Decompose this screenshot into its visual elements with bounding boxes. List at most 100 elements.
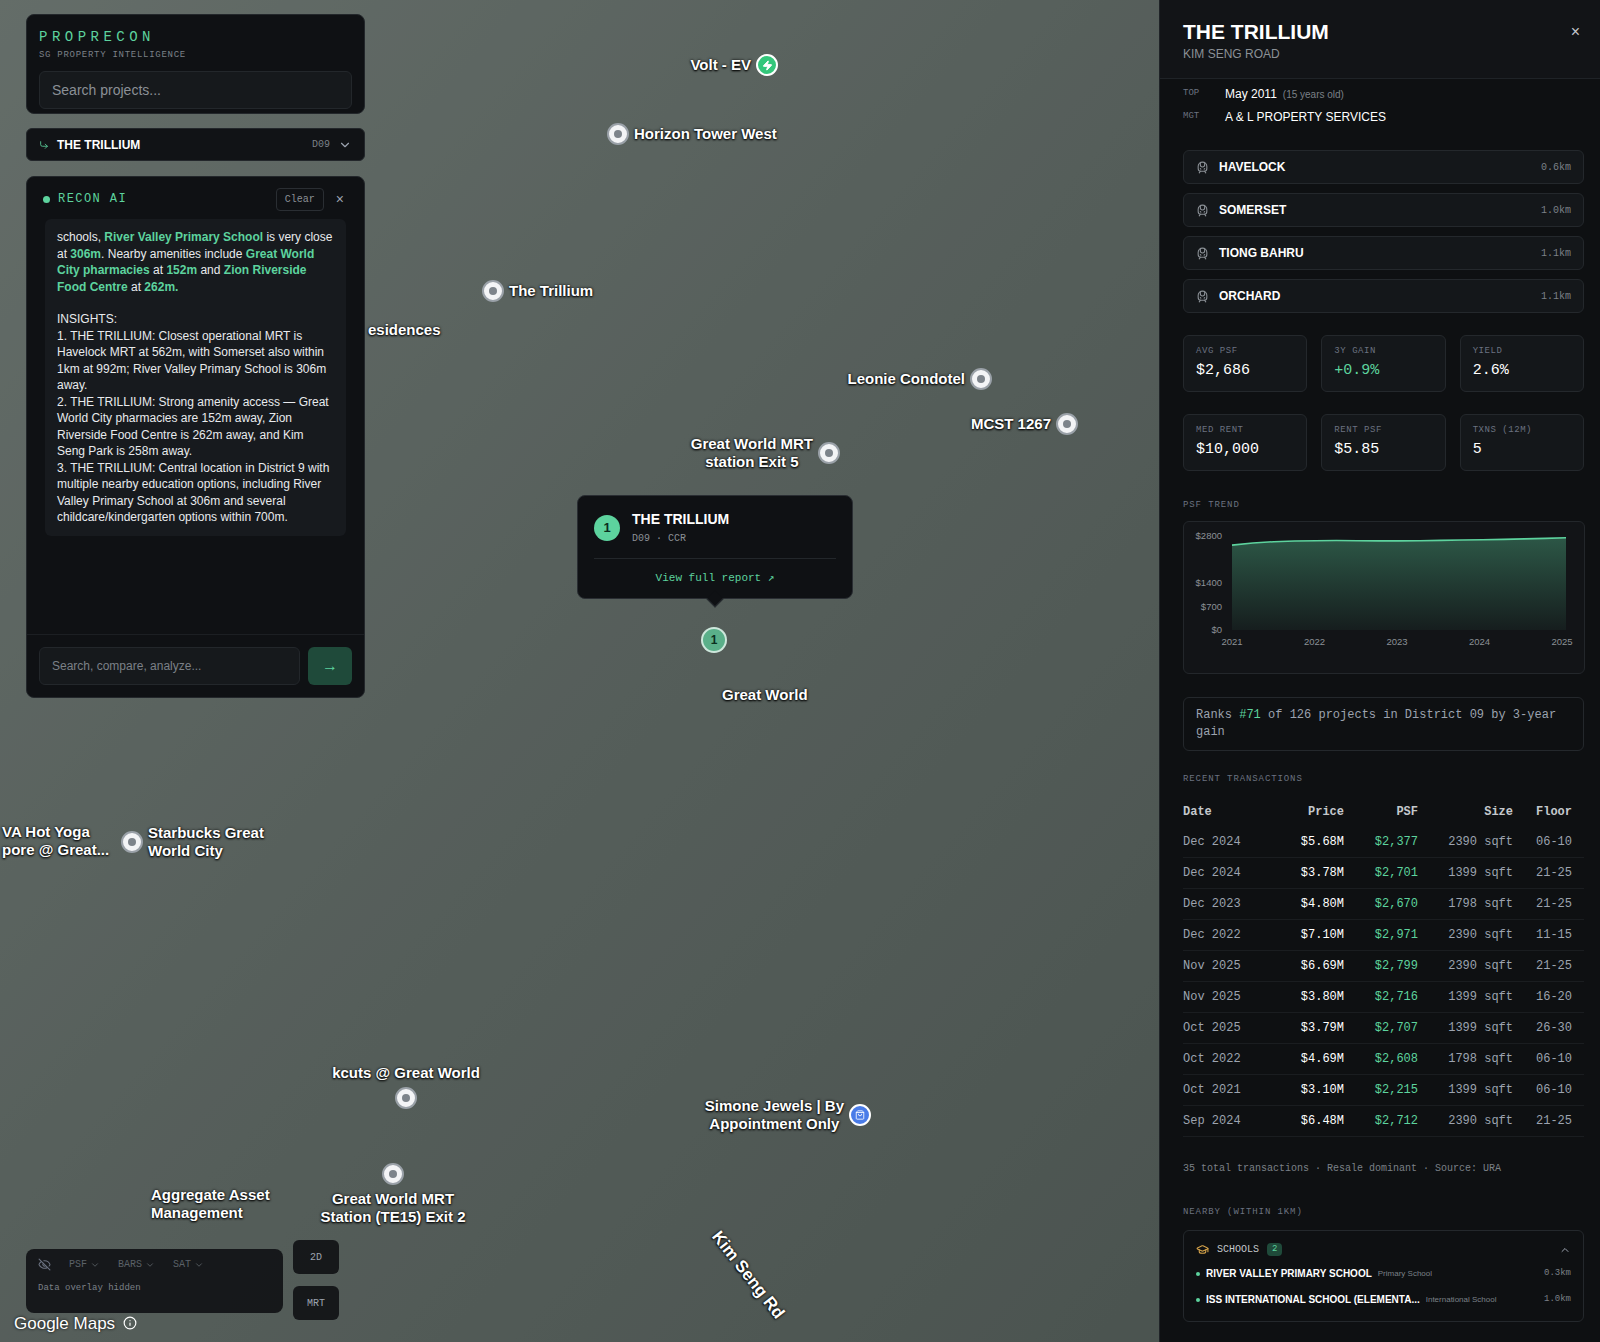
column-header[interactable]: Date <box>1183 803 1268 821</box>
place-pin-icon[interactable] <box>482 280 504 302</box>
mrt-distance: 1.1km <box>1541 289 1571 304</box>
shop-pin-icon[interactable] <box>849 1104 871 1126</box>
mrt-name: TIONG BAHRU <box>1219 244 1531 262</box>
map[interactable]: Volt - EVHorizon Tower WestThe Trilliume… <box>0 0 1159 1342</box>
mrt-row[interactable]: SOMERSET1.0km <box>1183 193 1584 227</box>
info-icon[interactable] <box>123 1316 137 1330</box>
item-dot <box>1196 1298 1200 1302</box>
message-segment: 306m <box>70 247 101 261</box>
stat-card: RENT PSF$5.85 <box>1321 414 1445 471</box>
place-pin-icon[interactable] <box>818 442 840 464</box>
mrt-row[interactable]: ORCHARD 1.1km <box>1183 279 1584 313</box>
overlay-toggle[interactable]: PSF <box>69 1257 100 1272</box>
pin-dot <box>614 130 622 138</box>
place-pin-icon[interactable] <box>970 368 992 390</box>
transaction-cell: Oct 2021 <box>1183 1081 1268 1099</box>
transaction-cell: $2,670 <box>1344 895 1418 913</box>
train-icon <box>1196 204 1209 217</box>
place-pin-icon[interactable] <box>121 831 143 853</box>
transaction-cell: $4.80M <box>1268 895 1344 913</box>
transaction-cell: $3.78M <box>1268 864 1344 882</box>
mrt-row[interactable]: TIONG BAHRU1.1km <box>1183 236 1584 270</box>
app: Volt - EVHorizon Tower WestThe Trilliume… <box>0 0 1600 1342</box>
map-mode-button[interactable]: 2D <box>293 1240 339 1274</box>
ev-pin-icon[interactable] <box>756 54 778 76</box>
nearby-item[interactable]: ISS INTERNATIONAL SCHOOL (ELEMENTA...Int… <box>1196 1287 1571 1313</box>
transaction-row[interactable]: Dec 2022$7.10M$2,9712390 sqft11-15 <box>1183 920 1584 951</box>
transaction-row[interactable]: Oct 2022$4.69M$2,6081798 sqft06-10 <box>1183 1044 1584 1075</box>
recon-ai-panel: RECON AIClear×schools, River Valley Prim… <box>26 176 365 698</box>
psf-line <box>1232 537 1566 544</box>
stat-card: MED RENT$10,000 <box>1183 414 1307 471</box>
column-header[interactable]: Price <box>1268 803 1344 821</box>
place-pin-icon[interactable] <box>382 1163 404 1185</box>
send-button[interactable]: → <box>308 647 352 685</box>
left-overlay: PROPRECONSG PROPERTY INTELLIGENCETHE TRI… <box>26 14 365 698</box>
overlay-status: Data overlay hidden <box>38 1282 271 1296</box>
transaction-row[interactable]: Nov 2025$6.69M$2,7992390 sqft21-25 <box>1183 951 1584 982</box>
cluster-marker[interactable]: 1 <box>701 627 727 653</box>
map-label-line: Aggregate Asset <box>151 1186 270 1204</box>
detail-close[interactable]: × <box>1571 20 1580 44</box>
stat-label: AVG PSF <box>1196 345 1294 359</box>
map-label-line: Volt - EV <box>690 56 751 74</box>
transaction-row[interactable]: Oct 2025$3.79M$2,7071399 sqft26-30 <box>1183 1013 1584 1044</box>
mrt-row[interactable]: HAVELOCK0.6km <box>1183 150 1584 184</box>
x-tick: 2023 <box>1386 636 1407 647</box>
insights-title: INSIGHTS: <box>57 311 334 328</box>
map-label-line: Leonie Condotel <box>848 370 966 388</box>
stat-label: MED RENT <box>1196 424 1294 438</box>
project-search[interactable] <box>39 71 352 109</box>
place-pin-icon[interactable] <box>1056 413 1078 435</box>
nearby-item[interactable]: RIVER VALLEY PRIMARY SCHOOLPrimary Schoo… <box>1196 1261 1571 1287</box>
nearby-group-header[interactable]: SCHOOLS2 <box>1196 1239 1571 1261</box>
ai-header: RECON AIClear× <box>27 183 364 215</box>
ai-message: schools, River Valley Primary School is … <box>45 219 346 536</box>
map-mode-button[interactable]: MRT <box>293 1286 339 1320</box>
column-header[interactable]: PSF <box>1344 803 1418 821</box>
transaction-row[interactable]: Nov 2025$3.80M$2,7161399 sqft16-20 <box>1183 982 1584 1013</box>
map-label: VA Hot Yogapore @ Great... <box>2 823 109 859</box>
popup-header: 1THE TRILLIUMD09 · CCR <box>578 496 852 558</box>
place-pin-icon[interactable] <box>395 1087 417 1109</box>
nearby-title: NEARBY (WITHIN 1KM) <box>1183 1206 1584 1220</box>
transaction-row[interactable]: Oct 2021$3.10M$2,2151399 sqft06-10 <box>1183 1075 1584 1106</box>
transaction-row[interactable]: Dec 2024$3.78M$2,7011399 sqft21-25 <box>1183 858 1584 889</box>
item-name: ISS INTERNATIONAL SCHOOL (ELEMENTA... <box>1206 1292 1420 1307</box>
message-segment: at <box>150 263 167 277</box>
overlay-off-icon[interactable] <box>38 1258 51 1271</box>
column-header[interactable]: Size <box>1418 803 1513 821</box>
popup-titles: THE TRILLIUMD09 · CCR <box>632 510 729 546</box>
selected-arrow-icon <box>39 140 49 150</box>
ai-input[interactable] <box>39 647 300 685</box>
rank-segment: #71 <box>1239 708 1261 722</box>
place-pin-icon[interactable] <box>607 123 629 145</box>
item-distance: 0.3km <box>1544 1267 1571 1281</box>
detail-title: THE TRILLIUM <box>1183 19 1577 45</box>
transaction-row[interactable]: Sep 2024$6.48M$2,7122390 sqft21-25 <box>1183 1106 1584 1137</box>
overlay-toggle[interactable]: SAT <box>173 1257 204 1272</box>
project-popup[interactable]: 1THE TRILLIUMD09 · CCRView full report ↗ <box>577 495 853 599</box>
project-selector[interactable]: THE TRILLIUMD09 <box>26 128 365 161</box>
column-header[interactable]: Floor <box>1513 803 1572 821</box>
overlay-toggle[interactable]: BARS <box>118 1257 155 1272</box>
mrt-name: ORCHARD <box>1219 287 1531 305</box>
transaction-cell: $2,707 <box>1344 1019 1418 1037</box>
popup-name: THE TRILLIUM <box>632 510 729 528</box>
map-label-line: The Trillium <box>509 282 593 300</box>
transaction-row[interactable]: Dec 2023$4.80M$2,6701798 sqft21-25 <box>1183 889 1584 920</box>
transaction-cell: $2,215 <box>1344 1081 1418 1099</box>
item-dot <box>1196 1272 1200 1276</box>
map-attribution: Google Maps <box>14 1311 137 1337</box>
pin-dot <box>977 375 985 383</box>
fact-value: A & L PROPERTY SERVICES <box>1225 108 1386 126</box>
nearby-group: SCHOOLS2RIVER VALLEY PRIMARY SCHOOLPrima… <box>1183 1230 1584 1322</box>
clear-button[interactable]: Clear <box>276 188 324 211</box>
fact-note: (15 years old) <box>1283 87 1344 102</box>
stat-value: $5.85 <box>1334 439 1432 462</box>
transaction-cell: $7.10M <box>1268 926 1344 944</box>
transaction-row[interactable]: Dec 2024$5.68M$2,3772390 sqft06-10 <box>1183 827 1584 858</box>
message-segment: schools, <box>57 230 104 244</box>
psf-trend-title: PSF TREND <box>1183 499 1584 513</box>
close-button[interactable]: × <box>332 189 348 210</box>
